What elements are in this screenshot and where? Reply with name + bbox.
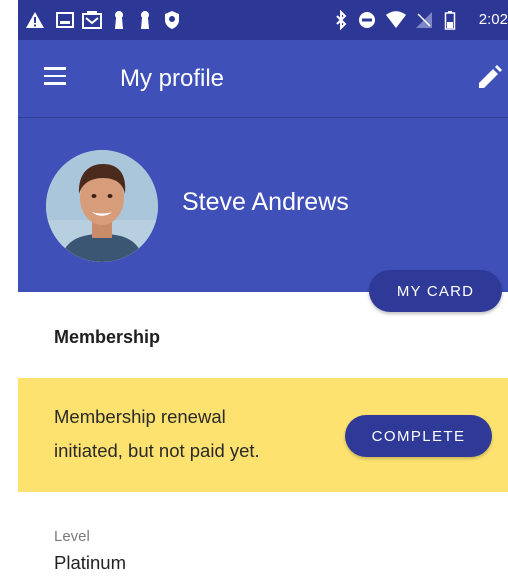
status-time: 2:02 bbox=[478, 11, 508, 28]
wifi-icon bbox=[384, 0, 408, 40]
pencil-icon[interactable] bbox=[474, 63, 504, 93]
shield-icon bbox=[162, 0, 182, 40]
membership-renewal-banner: Membership renewal initiated, but not pa… bbox=[18, 378, 508, 492]
signal-icon bbox=[414, 0, 434, 40]
complete-button[interactable]: COMPLETE bbox=[345, 415, 492, 457]
do-not-disturb-icon bbox=[356, 0, 378, 40]
level-value: Platinum bbox=[54, 552, 126, 573]
avatar[interactable] bbox=[46, 150, 158, 262]
banner-message-line: Membership renewal bbox=[54, 406, 226, 427]
status-bar: 2:02 bbox=[18, 0, 508, 40]
banner-message: Membership renewal initiated, but not pa… bbox=[54, 400, 314, 468]
profile-header: Steve Andrews MY CARD bbox=[18, 118, 508, 312]
menu-icon[interactable] bbox=[44, 67, 66, 85]
image-icon bbox=[54, 0, 76, 40]
page-title: My profile bbox=[120, 65, 225, 92]
app-bar: My profile bbox=[18, 40, 508, 118]
gallery-icon bbox=[80, 0, 104, 40]
battery-icon bbox=[440, 0, 460, 40]
banner-message-line: initiated, but not paid yet. bbox=[54, 440, 260, 461]
level-label: Level bbox=[54, 528, 90, 545]
keyhole-icon bbox=[110, 0, 128, 40]
my-card-button[interactable]: MY CARD bbox=[369, 270, 502, 312]
user-name: Steve Andrews bbox=[182, 188, 349, 216]
keyhole-icon bbox=[136, 0, 154, 40]
section-title-membership: Membership bbox=[54, 327, 161, 347]
bluetooth-icon bbox=[332, 0, 350, 40]
warning-icon bbox=[24, 0, 46, 40]
app-screen: 2:02 My profile Steve Andrews MY CARD Me… bbox=[18, 0, 508, 576]
